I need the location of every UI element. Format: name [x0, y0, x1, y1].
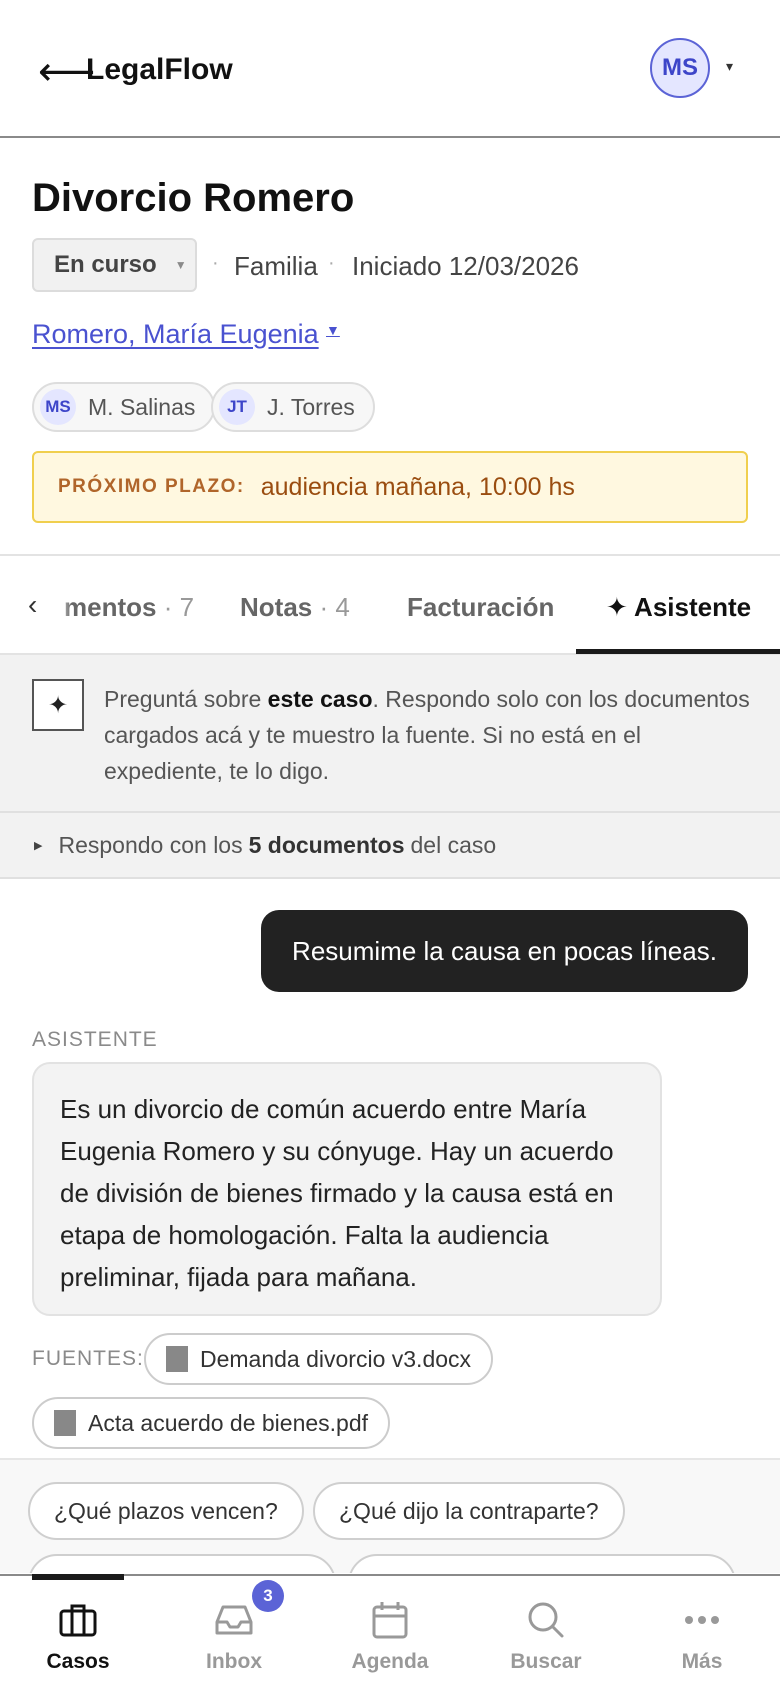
- bottom-navigation: Casos Inbox Agenda Buscar Más: [0, 1574, 780, 1688]
- active-tab-indicator: [576, 649, 780, 654]
- scope-prefix: Respondo con los: [58, 831, 243, 858]
- nav-casos[interactable]: Casos: [0, 1576, 156, 1688]
- member-name: M. Salinas: [88, 393, 196, 420]
- assistant-intro: ✦ Preguntá sobre este caso. Respondo sol…: [0, 655, 780, 813]
- tab-label: Notas: [240, 592, 313, 622]
- suggested-questions: ¿Qué plazos vencen? ¿Qué dijo la contrap…: [0, 1458, 780, 1573]
- deadline-label: PRÓXIMO PLAZO:: [58, 476, 245, 497]
- avatar-initials: MS: [662, 54, 698, 81]
- nav-agenda[interactable]: Agenda: [312, 1576, 468, 1688]
- tab-label: mentos: [64, 592, 157, 622]
- member-name: J. Torres: [267, 393, 355, 420]
- suggestion-chip[interactable]: ¿Qué dijo la contraparte?: [313, 1482, 625, 1540]
- chevron-down-icon[interactable]: ▾: [726, 58, 733, 75]
- sparkle-icon: ✦: [32, 679, 84, 731]
- tab-documentos[interactable]: mentos · 7: [64, 590, 194, 624]
- nav-buscar[interactable]: Buscar: [468, 1576, 624, 1688]
- tab-facturacion[interactable]: Facturación: [407, 590, 554, 624]
- team-member-chip[interactable]: JT J. Torres: [211, 382, 375, 432]
- source-chip[interactable]: Demanda divorcio v3.docx: [144, 1333, 494, 1385]
- client-link[interactable]: Romero, María Eugenia: [32, 316, 319, 352]
- nav-label: Casos: [46, 1650, 110, 1673]
- sources-label: FUENTES:: [32, 1347, 144, 1370]
- nav-mas[interactable]: Más: [624, 1576, 780, 1688]
- tab-count: · 4: [319, 592, 350, 622]
- top-bar: ⟵ LegalFlow MS ▾: [0, 0, 780, 138]
- deadline-value: audiencia mañana, 10:00 hs: [260, 472, 575, 501]
- next-deadline-banner: PRÓXIMO PLAZO: audiencia mañana, 10:00 h…: [32, 451, 748, 523]
- member-avatar: MS: [40, 389, 76, 425]
- tab-count: · 7: [163, 592, 195, 622]
- scope-bold: 5 documentos: [248, 831, 405, 858]
- team-member-chip[interactable]: MS M. Salinas: [32, 382, 216, 432]
- case-tabs: mentos · 7 Notas · 4 Facturación ✦ Asist…: [0, 554, 780, 655]
- tab-asistente[interactable]: ✦ Asistente: [606, 590, 751, 624]
- assistant-label: ASISTENTE: [32, 1028, 158, 1051]
- document-icon: [166, 1346, 188, 1372]
- nav-label: Agenda: [351, 1650, 429, 1673]
- intro-bold: este caso: [267, 686, 373, 712]
- case-title: Divorcio Romero: [32, 176, 355, 220]
- nav-label: Más: [681, 1650, 723, 1673]
- search-icon: [524, 1598, 568, 1642]
- document-scope-toggle[interactable]: ▶ Respondo con los 5 documentos del caso: [0, 813, 780, 879]
- suggestion-chip[interactable]: [28, 1554, 336, 1573]
- case-start-date: Iniciado 12/03/2026: [352, 251, 579, 281]
- user-avatar[interactable]: MS: [650, 38, 710, 98]
- nav-inbox[interactable]: Inbox: [156, 1576, 312, 1688]
- status-value: En curso: [54, 251, 157, 278]
- source-name: Acta acuerdo de bienes.pdf: [88, 1409, 369, 1436]
- intro-prefix: Preguntá sobre: [104, 686, 268, 712]
- briefcase-icon: [56, 1598, 100, 1642]
- separator-dot: ·: [212, 252, 219, 274]
- source-name: Demanda divorcio v3.docx: [200, 1345, 472, 1372]
- user-message: Resumime la causa en pocas líneas.: [261, 910, 748, 992]
- inbox-icon: [212, 1598, 256, 1642]
- assistant-message: Es un divorcio de común acuerdo entre Ma…: [32, 1062, 662, 1316]
- source-chip[interactable]: Acta acuerdo de bienes.pdf: [32, 1397, 391, 1449]
- member-avatar: JT: [219, 389, 255, 425]
- calendar-icon: [368, 1598, 412, 1642]
- document-icon: [54, 1410, 76, 1436]
- more-icon: [680, 1598, 724, 1642]
- caret-right-icon: ▶: [34, 839, 43, 852]
- app-brand: LegalFlow: [86, 53, 233, 86]
- tab-label: Facturación: [407, 592, 555, 622]
- scope-suffix: del caso: [410, 831, 497, 858]
- nav-label: Inbox: [206, 1650, 262, 1673]
- nav-label: Buscar: [510, 1650, 582, 1673]
- case-area: Familia: [234, 251, 318, 281]
- tab-notas[interactable]: Notas · 4: [240, 590, 350, 624]
- chevron-down-icon[interactable]: ▼: [326, 322, 340, 338]
- suggestion-chip[interactable]: [348, 1554, 736, 1573]
- chevron-down-icon: ▼: [174, 258, 187, 272]
- status-dropdown[interactable]: En curso ▼: [32, 238, 197, 292]
- assistant-intro-text: Preguntá sobre este caso. Respondo solo …: [104, 681, 754, 789]
- tab-scroll-left-button[interactable]: ‹: [0, 556, 72, 653]
- tab-label: ✦ Asistente: [606, 592, 752, 622]
- suggestion-chip[interactable]: ¿Qué plazos vencen?: [28, 1482, 304, 1540]
- chevron-left-icon: ‹: [28, 588, 38, 620]
- inbox-badge: 3: [252, 1580, 284, 1612]
- separator-dot: ·: [328, 252, 335, 274]
